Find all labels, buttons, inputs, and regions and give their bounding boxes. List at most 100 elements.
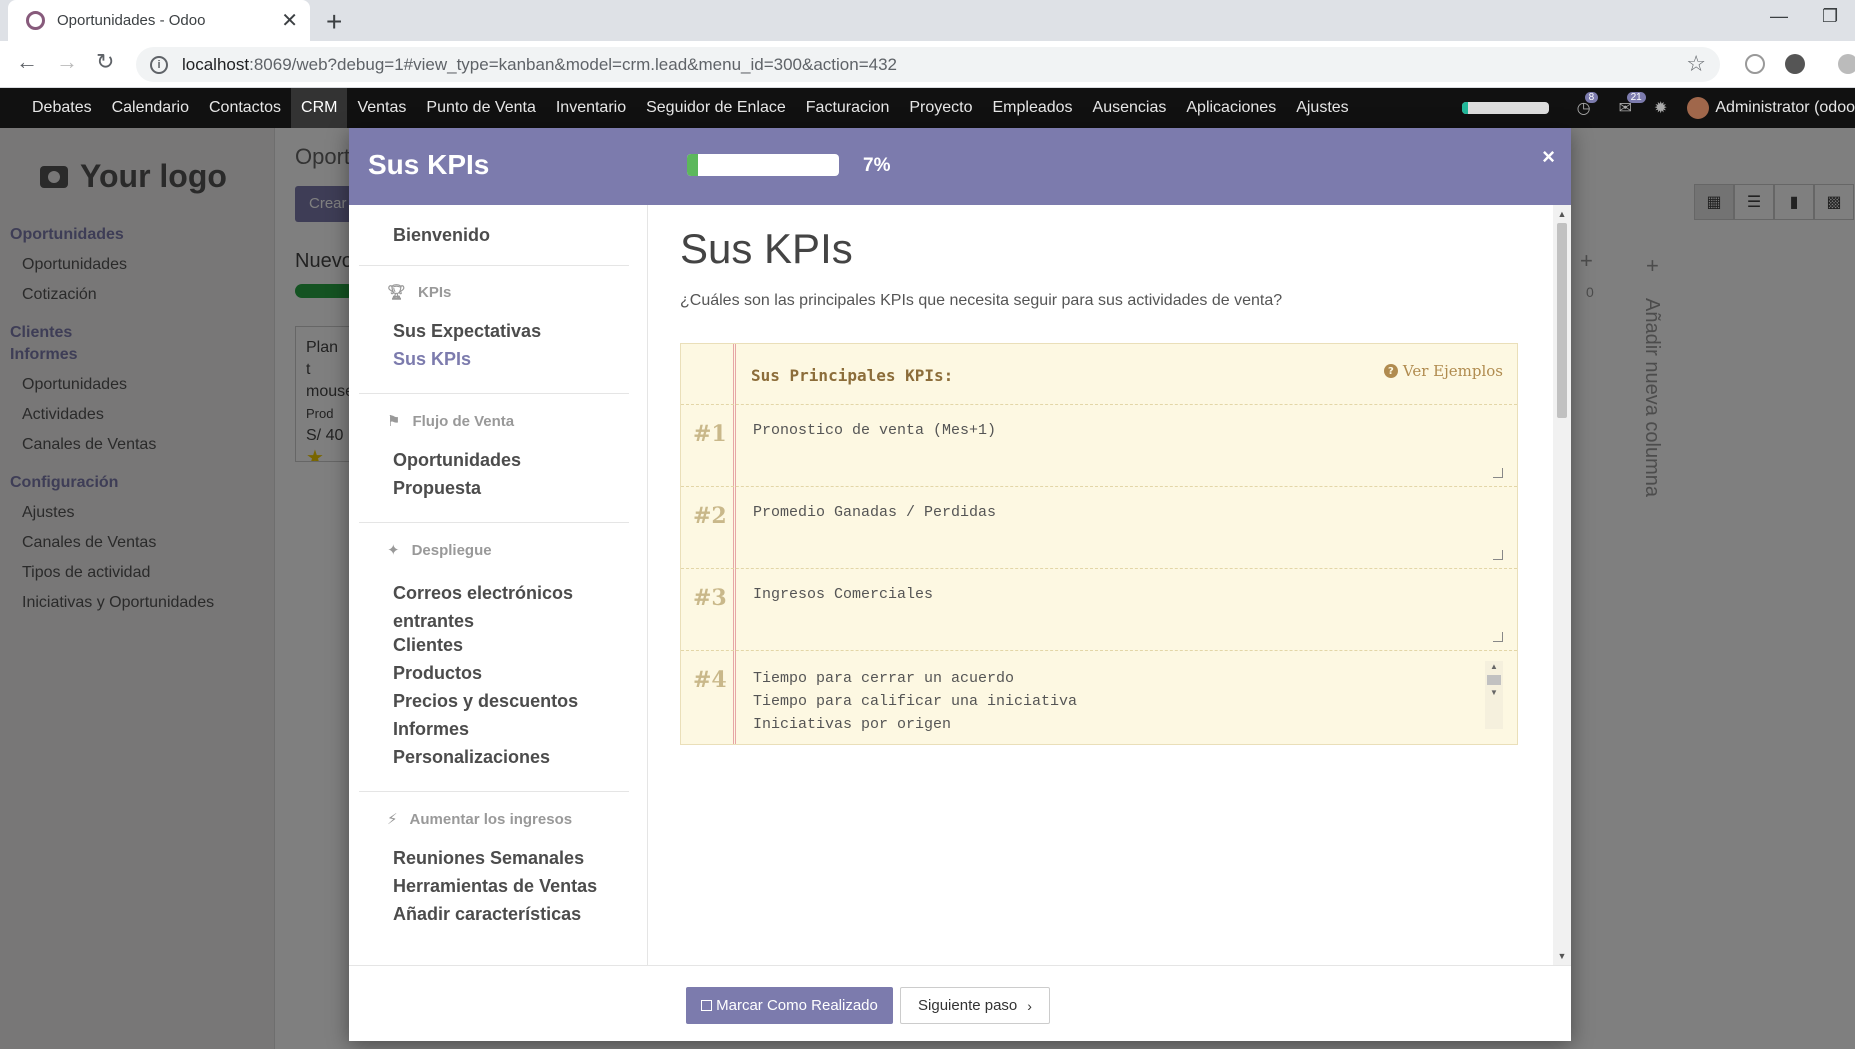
resize-handle-icon[interactable]	[1493, 632, 1503, 642]
step-group-label: Despliegue	[411, 541, 492, 559]
scroll-down-icon[interactable]: ▼	[1485, 687, 1503, 699]
back-icon[interactable]: ←	[16, 49, 38, 75]
menu-ventas[interactable]: Ventas	[347, 88, 416, 128]
profile-icon[interactable]	[1838, 54, 1855, 74]
kpi-row: #1 Pronostico de venta (Mes+1)	[681, 404, 1517, 486]
resize-handle-icon[interactable]	[1493, 468, 1503, 478]
next-step-label: Siguiente paso	[918, 997, 1018, 1014]
step-productos[interactable]: Productos	[393, 663, 482, 684]
messages-icon[interactable]: ✉ 21	[1619, 92, 1646, 118]
kpi-textarea[interactable]: Pronostico de venta (Mes+1)	[753, 419, 996, 442]
kpi-textarea[interactable]: Ingresos Comerciales	[753, 583, 933, 606]
menu-ausencias[interactable]: Ausencias	[1083, 88, 1177, 128]
tab-title: Oportunidades - Odoo	[57, 12, 206, 29]
menu-debates[interactable]: Debates	[0, 88, 102, 128]
examples-link[interactable]: ? Ver Ejemplos	[1383, 362, 1503, 380]
step-personalizaciones[interactable]: Personalizaciones	[393, 747, 550, 768]
scroll-thumb[interactable]	[1557, 223, 1567, 418]
step-informes[interactable]: Informes	[393, 719, 469, 740]
scroll-up-icon[interactable]: ▲	[1553, 209, 1571, 219]
notepad-title: Sus Principales KPIs:	[751, 366, 954, 385]
site-info-icon[interactable]: i	[150, 55, 168, 74]
menu-aplicaciones[interactable]: Aplicaciones	[1176, 88, 1286, 128]
menu-seguidor-de-enlace[interactable]: Seguidor de Enlace	[636, 88, 796, 128]
divider	[359, 522, 629, 523]
step-propuesta[interactable]: Propuesta	[393, 478, 481, 499]
menu-contactos[interactable]: Contactos	[199, 88, 291, 128]
question-circle-icon: ?	[1383, 364, 1398, 378]
kpi-number: #3	[693, 585, 727, 611]
next-step-button[interactable]: Siguiente paso ›	[900, 987, 1050, 1024]
restore-icon[interactable]: ❐	[1822, 6, 1838, 27]
menu-calendario[interactable]: Calendario	[102, 88, 199, 128]
step-caracteristicas[interactable]: Añadir características	[393, 904, 581, 925]
menu-empleados[interactable]: Empleados	[983, 88, 1083, 128]
step-bienvenido[interactable]: Bienvenido	[393, 225, 490, 246]
planner-progress-fill	[687, 154, 698, 176]
textarea-scrollbar[interactable]: ▲ ▼	[1485, 661, 1503, 729]
step-herramientas[interactable]: Herramientas de Ventas	[393, 876, 597, 897]
tag-icon: ⚑	[387, 413, 401, 430]
onboarding-progress-bar[interactable]	[1461, 102, 1549, 114]
kpi-textarea[interactable]: Promedio Ganadas / Perdidas	[753, 501, 996, 524]
scroll-thumb[interactable]	[1487, 675, 1501, 685]
odoo-favicon-icon	[26, 11, 45, 30]
menu-facturacion[interactable]: Facturacion	[796, 88, 900, 128]
step-precios[interactable]: Precios y descuentos	[393, 691, 578, 712]
step-clientes[interactable]: Clientes	[393, 635, 463, 656]
extension-icon[interactable]	[1785, 54, 1805, 74]
content-scrollbar[interactable]: ▲ ▼	[1553, 205, 1571, 965]
menu-punto-de-venta[interactable]: Punto de Venta	[416, 88, 545, 128]
menu-inventario[interactable]: Inventario	[546, 88, 636, 128]
url-input[interactable]: i localhost:8069/web?debug=1#view_type=k…	[136, 47, 1720, 82]
kpi-textarea[interactable]: Tiempo para cerrar un acuerdo Tiempo par…	[753, 667, 1077, 736]
magic-wand-icon: ✦	[387, 542, 400, 559]
modal-footer: Marcar Como Realizado Siguiente paso ›	[349, 965, 1571, 1041]
step-group-label: Flujo de Venta	[412, 412, 515, 430]
step-sus-kpis[interactable]: Sus KPIs	[393, 349, 471, 370]
reload-icon[interactable]: ↻	[96, 49, 114, 75]
user-name[interactable]: Administrator (odoo	[1715, 99, 1855, 117]
new-tab-button[interactable]: +	[326, 6, 342, 38]
divider	[359, 791, 629, 792]
step-group-label: Aumentar los ingresos	[409, 810, 573, 828]
planner-page-content: Sus KPIs ¿Cuáles son las principales KPI…	[648, 205, 1553, 965]
modal-header: Sus KPIs 7% ×	[349, 128, 1571, 205]
step-oportunidades[interactable]: Oportunidades	[393, 450, 521, 471]
step-group-ingresos: ⚡︎ Aumentar los ingresos	[387, 810, 573, 829]
step-correos[interactable]: Correos electrónicos entrantes	[393, 579, 613, 635]
onboarding-progress-fill	[1461, 102, 1468, 114]
activity-icon[interactable]: ◷ 8	[1577, 92, 1599, 118]
forward-icon[interactable]: →	[56, 49, 78, 75]
step-group-despliegue: ✦ Despliegue	[387, 541, 492, 560]
step-sus-expectativas[interactable]: Sus Expectativas	[393, 321, 541, 342]
scroll-down-icon[interactable]: ▼	[1553, 951, 1571, 961]
extension-icon[interactable]	[1745, 54, 1765, 74]
planner-steps-nav: Bienvenido 🏆︎ KPIs Sus Expectativas Sus K…	[349, 205, 648, 965]
menu-proyecto[interactable]: Proyecto	[899, 88, 982, 128]
resize-handle-icon[interactable]	[1493, 550, 1503, 560]
mark-done-label: Marcar Como Realizado	[716, 997, 878, 1014]
bookmark-star-icon[interactable]: ☆	[1686, 51, 1706, 77]
menu-ajustes[interactable]: Ajustes	[1286, 88, 1358, 128]
menu-crm[interactable]: CRM	[291, 88, 348, 128]
avatar[interactable]	[1687, 97, 1710, 119]
debug-bug-icon[interactable]: ✹	[1654, 98, 1667, 118]
kpi-row: #3 Ingresos Comerciales	[681, 568, 1517, 650]
planner-progress-label: 7%	[863, 155, 891, 176]
step-group-flujo: ⚑ Flujo de Venta	[387, 412, 515, 431]
mark-done-button[interactable]: Marcar Como Realizado	[686, 987, 893, 1024]
step-reuniones[interactable]: Reuniones Semanales	[393, 848, 584, 869]
url-host: localhost	[182, 54, 250, 74]
close-icon[interactable]: ×	[1542, 144, 1555, 170]
tab-close-icon[interactable]: ✕	[281, 8, 298, 33]
step-group-label: KPIs	[418, 283, 452, 301]
kpi-notepad: Sus Principales KPIs: ? Ver Ejemplos #1 P…	[680, 343, 1518, 745]
divider	[359, 393, 629, 394]
step-group-kpis: 🏆︎ KPIs	[387, 283, 452, 302]
planner-progress-bar	[687, 154, 839, 176]
minimize-icon[interactable]: —	[1770, 6, 1788, 27]
scroll-up-icon[interactable]: ▲	[1485, 661, 1503, 673]
kpi-row: #4 Tiempo para cerrar un acuerdo Tiempo …	[681, 650, 1517, 744]
browser-tab[interactable]: Oportunidades - Odoo ✕	[8, 0, 310, 41]
